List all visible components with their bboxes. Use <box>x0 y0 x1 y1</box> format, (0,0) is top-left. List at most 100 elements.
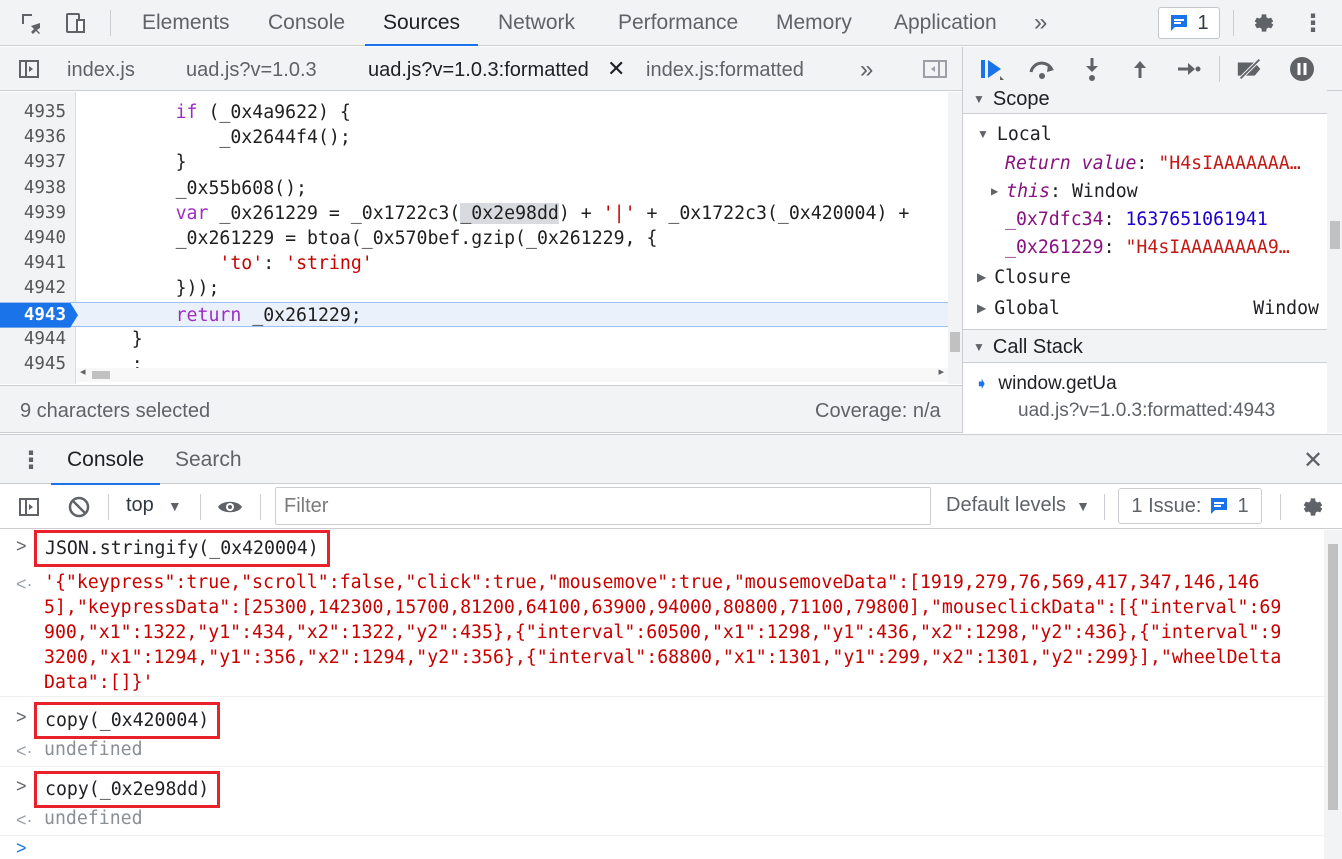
code-line[interactable]: 4939 var _0x261229 = _0x1722c3(_0x2e98dd… <box>0 201 948 226</box>
selection-status: 9 characters selected <box>20 400 211 422</box>
line-number[interactable]: 4943 <box>0 302 78 328</box>
console-scrollbar[interactable] <box>1324 530 1342 859</box>
close-tab-icon[interactable]: ✕ <box>607 47 625 91</box>
line-number[interactable]: 4937 <box>0 150 70 175</box>
line-number[interactable]: 4939 <box>0 201 70 226</box>
step-icon[interactable] <box>1173 54 1203 84</box>
toggle-debugger-icon[interactable] <box>920 54 950 84</box>
close-drawer-icon[interactable]: ✕ <box>1298 445 1328 475</box>
scope-var-0x261229[interactable]: _0x261229: "H4sIAAAAAAAA9… <box>1005 237 1290 258</box>
code-text: var _0x261229 = _0x1722c3(_0x2e98dd) + '… <box>175 202 910 224</box>
console-command[interactable]: JSON.stringify(_0x420004) <box>34 530 330 567</box>
tab-application[interactable]: Application <box>894 0 997 46</box>
scope-var-0x7dfc34[interactable]: _0x7dfc34: 1637651061941 <box>1005 209 1268 230</box>
live-expression-eye-icon[interactable] <box>215 492 245 522</box>
settings-gear-icon[interactable] <box>1249 8 1279 38</box>
console-command[interactable]: copy(_0x2e98dd) <box>34 771 221 808</box>
drawer-menu-icon[interactable]: ⋮ <box>16 445 46 475</box>
clear-console-icon[interactable] <box>64 492 94 522</box>
line-number[interactable]: 4942 <box>0 276 70 301</box>
step-into-icon[interactable] <box>1077 54 1107 84</box>
console-issues-button[interactable]: 1 Issue: 1 <box>1118 488 1262 524</box>
console-filter-input[interactable] <box>275 487 931 525</box>
code-text: _0x261229 = btoa(_0x570bef.gzip(_0x26122… <box>88 228 658 249</box>
tab-performance[interactable]: Performance <box>618 0 738 46</box>
sidebar-scrollbar[interactable] <box>1327 91 1342 433</box>
file-tab-uad-js[interactable]: uad.js?v=1.0.3 <box>186 47 317 91</box>
result-prompt-icon: <· <box>16 574 33 594</box>
code-text: return _0x261229; <box>175 304 362 326</box>
tab-elements[interactable]: Elements <box>142 0 230 46</box>
deactivate-breakpoints-icon[interactable] <box>1235 54 1265 84</box>
code-line[interactable]: 4936 _0x2644f4(); <box>0 125 948 150</box>
tab-sources[interactable]: Sources <box>364 0 479 46</box>
tab-memory[interactable]: Memory <box>776 0 852 46</box>
code-line[interactable]: 4935 if (_0x4a9622) { <box>0 100 948 125</box>
line-number[interactable]: 4938 <box>0 176 70 201</box>
step-over-icon[interactable] <box>1027 54 1057 84</box>
toggle-navigator-icon[interactable] <box>14 54 44 84</box>
debugger-sidebar: ▼ Scope ▼ Local Return value: "H4sIAAAAAAA… <box>962 47 1342 433</box>
dropdown-arrow-icon: ▼ <box>1076 498 1090 514</box>
code-line[interactable]: 4942 })); <box>0 276 948 301</box>
scope-this[interactable]: ▶ this: Window <box>991 181 1138 202</box>
tab-console[interactable]: Console <box>268 0 345 46</box>
code-line[interactable]: 4938 _0x55b608(); <box>0 176 948 201</box>
horizontal-scrollbar[interactable]: ◂ ▸ <box>76 366 948 382</box>
line-number[interactable]: 4935 <box>0 100 70 125</box>
console-messages[interactable]: > JSON.stringify(_0x420004) <· '{"keypre… <box>0 530 1342 859</box>
console-sidebar-icon[interactable] <box>14 492 44 522</box>
line-number[interactable]: 4945 <box>0 352 70 377</box>
line-number[interactable]: 4944 <box>0 327 70 352</box>
code-line[interactable]: 4941 'to': 'string' <box>0 251 948 276</box>
file-tab-uad-js-formatted[interactable]: uad.js?v=1.0.3:formatted <box>368 47 589 91</box>
result-prompt-icon: <· <box>16 810 33 830</box>
resume-icon[interactable] <box>977 54 1007 84</box>
line-number[interactable]: 4940 <box>0 226 70 251</box>
console-command[interactable]: copy(_0x420004) <box>34 702 221 739</box>
line-number[interactable]: 4941 <box>0 251 70 276</box>
code-line[interactable]: 4940 _0x261229 = btoa(_0x570bef.gzip(_0x… <box>0 226 948 251</box>
execution-line[interactable]: 4943 return _0x261229; <box>0 301 948 328</box>
console-result: undefined <box>44 808 143 829</box>
line-number[interactable]: 4936 <box>0 125 70 150</box>
context-selector[interactable]: top ▼ <box>126 494 182 517</box>
dropdown-arrow-icon: ▼ <box>167 498 182 514</box>
log-levels-dropdown[interactable]: Default levels ▼ <box>946 494 1090 517</box>
drawer-tab-search[interactable]: Search <box>175 435 242 485</box>
issues-badge-button[interactable]: 1 <box>1158 7 1220 39</box>
call-frame-getua[interactable]: ➧ window.getUa <box>975 373 1117 395</box>
source-file-tabs: index.js uad.js?v=1.0.3 uad.js?v=1.0.3:f… <box>0 47 962 91</box>
pause-on-exceptions-icon[interactable] <box>1287 54 1317 84</box>
scope-section-header[interactable]: ▼ Scope <box>963 84 1327 114</box>
code-line[interactable]: 4937 } <box>0 150 948 175</box>
more-tabs-icon[interactable]: » <box>1034 0 1047 46</box>
scope-local[interactable]: ▼ Local <box>977 124 1052 145</box>
console-entry: > copy(_0x420004) <· undefined <box>0 698 1324 767</box>
code-line[interactable]: 4944 } <box>0 327 948 352</box>
scope-closure[interactable]: ▶ Closure <box>977 267 1071 288</box>
call-stack-section-header[interactable]: ▼ Call Stack <box>963 329 1327 363</box>
drawer-tab-bar: ⋮ Console Search ✕ <box>0 434 1342 485</box>
file-tab-index-js-formatted[interactable]: index.js:formatted <box>646 47 804 91</box>
more-options-icon[interactable]: ⋮ <box>1298 8 1328 38</box>
devtools-main-toolbar: Elements Console Sources Network Perform… <box>0 0 1342 46</box>
inspect-element-icon[interactable] <box>16 8 46 38</box>
code-text: } <box>88 152 187 174</box>
drawer-tab-console[interactable]: Console <box>50 435 161 485</box>
issues-count: 1 <box>1197 11 1209 34</box>
scope-global[interactable]: ▶ Global Window <box>977 298 1319 319</box>
scope-return-value[interactable]: Return value: "H4sIAAAAAAA… <box>1005 153 1301 174</box>
device-toolbar-icon[interactable] <box>60 8 90 38</box>
tab-network[interactable]: Network <box>498 0 575 46</box>
console-entry: > JSON.stringify(_0x420004) <· '{"keypre… <box>0 530 1324 697</box>
console-entry: > copy(_0x2e98dd) <· undefined <box>0 768 1324 836</box>
call-frame-location[interactable]: uad.js?v=1.0.3:formatted:4943 <box>1018 400 1275 422</box>
more-files-icon[interactable]: » <box>860 47 873 91</box>
console-settings-gear-icon[interactable] <box>1298 492 1328 522</box>
step-out-icon[interactable] <box>1125 54 1155 84</box>
console-input-prompt[interactable]: > <box>16 838 27 859</box>
vertical-scrollbar[interactable] <box>948 92 962 384</box>
code-editor[interactable]: 4935 if (_0x4a9622) {4936 _0x2644f4(); 49… <box>0 92 962 384</box>
file-tab-index-js[interactable]: index.js <box>67 47 135 91</box>
